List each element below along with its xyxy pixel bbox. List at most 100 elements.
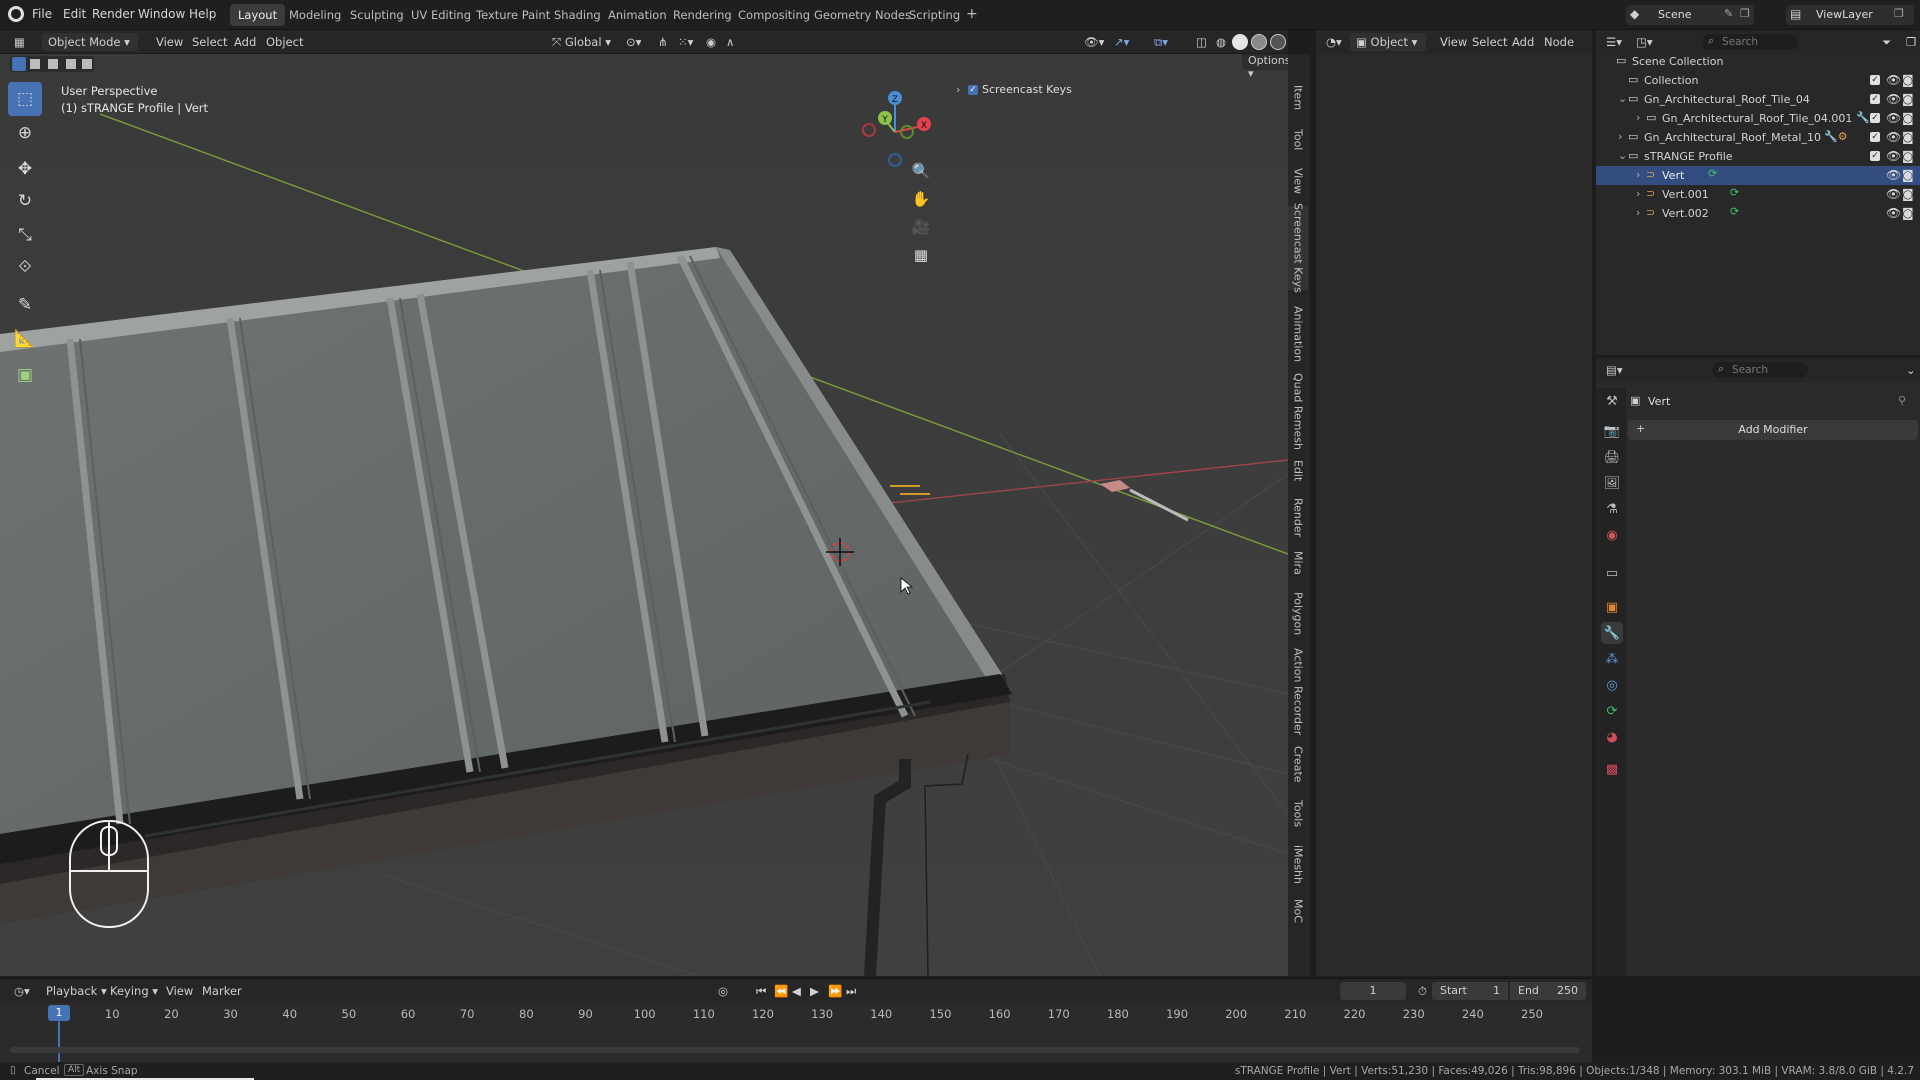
eye-icon[interactable]: 👁	[1886, 111, 1901, 125]
editor-type-icon[interactable]: ▦	[8, 33, 36, 51]
wireframe-shading-icon[interactable]: ◍	[1210, 33, 1232, 51]
ntab-create[interactable]: Create	[1288, 744, 1308, 784]
menu-help[interactable]: Help	[189, 7, 216, 21]
timeline-scrollbar[interactable]	[10, 1047, 1580, 1053]
ntab-imeshh[interactable]: iMeshh	[1288, 842, 1308, 886]
new-scene-icon[interactable]: ❐	[1740, 7, 1750, 20]
ntab-polygon[interactable]: Polygon	[1288, 590, 1308, 638]
solid-shading-icon[interactable]	[1232, 34, 1248, 50]
tool-props-icon[interactable]: ⚒	[1601, 390, 1623, 412]
properties-search-input[interactable]: ⌕ Search	[1712, 362, 1808, 378]
add-workspace-button[interactable]: +	[958, 2, 986, 24]
eye-icon[interactable]: 👁	[1886, 206, 1901, 220]
outliner-row-scene-collection[interactable]: ▭ Scene Collection	[1596, 52, 1920, 71]
exclude-checkbox[interactable]: ✓	[1870, 151, 1880, 161]
properties-type-icon[interactable]: ▤▾	[1600, 361, 1629, 379]
view-layer-selector[interactable]: ▤ ViewLayer ❐	[1786, 5, 1914, 25]
3d-viewport[interactable]: User Perspective (1) sTRANGE Profile | V…	[0, 54, 1288, 976]
pin-icon[interactable]: ✎	[1724, 7, 1733, 20]
outliner-search-input[interactable]: ⌕ Search	[1702, 34, 1798, 50]
exclude-checkbox[interactable]: ✓	[1870, 132, 1880, 142]
outliner-row-roof-metal-10[interactable]: › ▭ Gn_Architectural_Roof_Metal_10 🔧⚙ ✓ …	[1596, 128, 1920, 147]
overlays-toggle-icon[interactable]: ⧉▾	[1148, 33, 1174, 51]
camera-icon[interactable]: ◙	[1902, 149, 1914, 163]
viewport-menu-add[interactable]: Add	[228, 33, 262, 51]
end-frame-field[interactable]: End 250	[1510, 982, 1586, 1000]
pivot-point-icon[interactable]: ⊙▾	[620, 33, 647, 51]
zoom-icon[interactable]: 🔍	[906, 158, 936, 184]
ntab-action-recorder[interactable]: Action Recorder	[1288, 648, 1308, 736]
menu-file[interactable]: File	[32, 7, 52, 21]
gizmo-toggle-icon[interactable]: ↗▾	[1108, 33, 1135, 51]
snap-icon[interactable]: ⋔	[652, 33, 674, 51]
transform-orientation-dropdown[interactable]: ⤧ Global ▾	[546, 33, 617, 51]
select-extend-icon[interactable]	[30, 59, 40, 69]
tab-texture-paint[interactable]: Texture Paint	[468, 4, 558, 26]
camera-icon[interactable]: ◙	[1902, 92, 1914, 106]
material-shading-icon[interactable]	[1251, 34, 1267, 50]
node-editor[interactable]: ◔▾ ▣ Object ▾ View Select Add Node	[1316, 30, 1592, 976]
new-collection-icon[interactable]: ❐	[1900, 33, 1920, 51]
outliner-row-vert[interactable]: › ⊃ Vert ⟳ 👁 ◙	[1596, 166, 1920, 185]
start-frame-field[interactable]: Start 1	[1432, 982, 1508, 1000]
blender-logo-icon[interactable]	[8, 6, 24, 22]
ortho-grid-icon[interactable]: ▦	[906, 242, 936, 268]
modifier-props-icon[interactable]: 🔧	[1601, 622, 1623, 644]
expand-chevron-icon[interactable]: ›	[1636, 187, 1640, 200]
exclude-checkbox[interactable]: ✓	[1870, 75, 1880, 85]
scene-props-icon[interactable]: ⚗	[1601, 498, 1623, 520]
rendered-shading-icon[interactable]	[1270, 34, 1286, 50]
playhead-marker[interactable]: 1	[48, 1005, 70, 1021]
outliner-row-vert-001[interactable]: › ⊃ Vert.001 ⟳ 👁 ◙	[1596, 185, 1920, 204]
viewport-menu-select[interactable]: Select	[186, 33, 233, 51]
proportional-edit-icon[interactable]: ◉	[700, 33, 722, 51]
select-box-tool-icon[interactable]: ⬚	[8, 82, 42, 116]
screencast-keys-checkbox[interactable]: ✓	[968, 85, 978, 95]
material-props-icon[interactable]: ◕	[1601, 726, 1623, 748]
selection-mode-buttons[interactable]	[10, 56, 94, 72]
timeline-menu-view[interactable]: View	[160, 982, 199, 1000]
node-object-dropdown[interactable]: ▣ Object ▾	[1350, 33, 1426, 51]
timeline-type-icon[interactable]: ◷▾	[8, 982, 36, 1000]
add-cube-tool-icon[interactable]: ▣	[8, 358, 42, 392]
ntab-mira[interactable]: Mira	[1288, 548, 1308, 578]
scene-selector[interactable]: ◆ Scene ✎ ❐	[1626, 5, 1754, 25]
view-layer-props-icon[interactable]: 🖼	[1601, 472, 1623, 494]
tab-layout[interactable]: Layout	[230, 4, 286, 26]
exclude-checkbox[interactable]: ✓	[1870, 113, 1880, 123]
tab-sculpting[interactable]: Sculpting	[342, 4, 412, 26]
ntab-edit[interactable]: Edit	[1288, 456, 1308, 486]
output-props-icon[interactable]: 🖨	[1601, 446, 1623, 468]
ntab-tool[interactable]: Tool	[1288, 122, 1308, 158]
camera-icon[interactable]: ◙	[1902, 187, 1914, 201]
expand-chevron-icon[interactable]: ›	[1636, 168, 1640, 181]
timeline-menu-marker[interactable]: Marker	[196, 982, 248, 1000]
render-props-icon[interactable]: 📷	[1601, 420, 1623, 442]
menu-render[interactable]: Render	[92, 7, 135, 21]
expand-icon[interactable]: ›	[956, 83, 960, 96]
ntab-animation[interactable]: Animation	[1288, 306, 1308, 362]
outliner-type-icon[interactable]: ☰▾	[1600, 33, 1628, 51]
transform-tool-icon[interactable]: ⟐	[8, 250, 42, 284]
eye-icon[interactable]: 👁	[1886, 149, 1901, 163]
measure-tool-icon[interactable]: 📐	[8, 322, 42, 356]
ntab-screencast-keys[interactable]: Screencast Keys	[1288, 203, 1308, 293]
collection-props-icon[interactable]: ▭	[1601, 562, 1623, 584]
tab-modeling[interactable]: Modeling	[281, 4, 349, 26]
playback-menu[interactable]: Playback ▾	[40, 982, 113, 1000]
keying-menu[interactable]: Keying ▾	[104, 982, 164, 1000]
tab-animation[interactable]: Animation	[600, 4, 675, 26]
select-new-icon[interactable]	[12, 57, 26, 71]
outliner-row-roof-tile-04-001[interactable]: › ▭ Gn_Architectural_Roof_Tile_04.001 🔧 …	[1596, 109, 1920, 128]
scale-tool-icon[interactable]: ⤡	[8, 218, 42, 252]
world-props-icon[interactable]: ◉	[1601, 524, 1623, 546]
filter-icon[interactable]: ⏷	[1876, 33, 1897, 51]
eye-icon[interactable]: 👁	[1886, 130, 1901, 144]
object-props-icon[interactable]: ▣	[1601, 596, 1623, 618]
display-mode-icon[interactable]: ◳▾	[1630, 33, 1659, 51]
new-view-layer-icon[interactable]: ❐	[1894, 7, 1904, 20]
node-menu-node[interactable]: Node	[1538, 33, 1580, 51]
ntab-view[interactable]: View	[1288, 162, 1308, 200]
visibility-icon[interactable]: 👁▾	[1078, 33, 1110, 51]
texture-props-icon[interactable]: ▩	[1601, 758, 1623, 780]
